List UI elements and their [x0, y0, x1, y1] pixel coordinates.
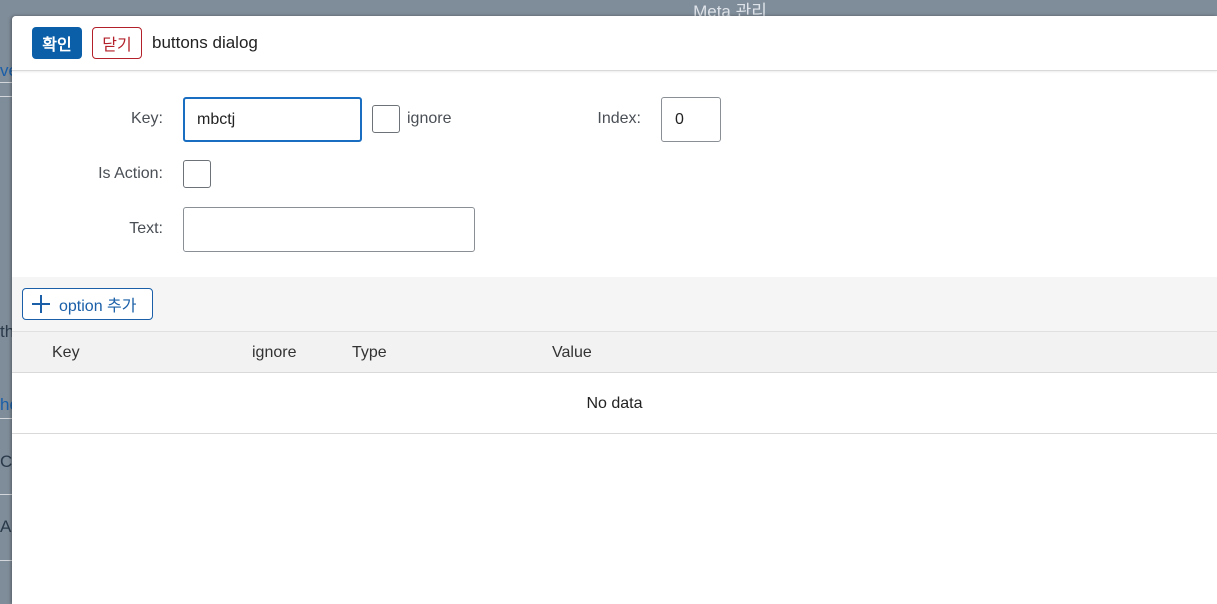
background-divider: [0, 96, 12, 97]
background-divider: [0, 560, 12, 561]
is-action-label: Is Action:: [98, 165, 163, 182]
table-toolbar: option 추가: [12, 277, 1217, 331]
background-fragment: ve: [0, 61, 12, 80]
background-fragment: he: [0, 395, 12, 414]
background-divider: [0, 494, 12, 495]
add-option-label: option 추가: [59, 298, 137, 315]
no-data-message: No data: [586, 395, 643, 412]
is-action-checkbox[interactable]: [183, 160, 211, 188]
background-divider: [0, 82, 12, 83]
column-header-value[interactable]: Value: [552, 343, 592, 363]
ignore-checkbox[interactable]: [372, 105, 400, 133]
close-button[interactable]: 닫기: [92, 27, 142, 59]
ignore-label: ignore: [407, 110, 452, 127]
column-header-key[interactable]: Key: [52, 343, 80, 363]
background-left-panel: ve th he Co Ad: [0, 16, 12, 604]
dialog-title: buttons dialog: [152, 33, 258, 52]
background-title: Meta 관리: [693, 2, 767, 16]
background-title-bar: Meta 관리: [0, 0, 1217, 16]
table-header: Key ignore Type Value: [12, 331, 1217, 373]
index-label: Index:: [597, 110, 641, 127]
background-fragment: Co: [0, 452, 12, 471]
plus-icon: [31, 294, 51, 314]
key-label: Key:: [130, 110, 163, 127]
dialog-header: 확인 닫기 buttons dialog: [12, 16, 1217, 71]
buttons-dialog: 확인 닫기 buttons dialog Key: ignore Index: …: [12, 16, 1217, 604]
background-divider: [0, 418, 12, 419]
column-header-ignore[interactable]: ignore: [252, 343, 296, 363]
background-fragment: th: [0, 322, 12, 341]
add-option-button[interactable]: option 추가: [22, 288, 153, 320]
background-fragment: Ad: [0, 517, 12, 536]
key-input[interactable]: [183, 97, 362, 142]
text-label: Text:: [129, 220, 163, 237]
index-input[interactable]: [661, 97, 721, 142]
confirm-button[interactable]: 확인: [32, 27, 82, 59]
text-input[interactable]: [183, 207, 475, 252]
table-body: No data: [12, 373, 1217, 434]
column-header-type[interactable]: Type: [352, 343, 387, 363]
